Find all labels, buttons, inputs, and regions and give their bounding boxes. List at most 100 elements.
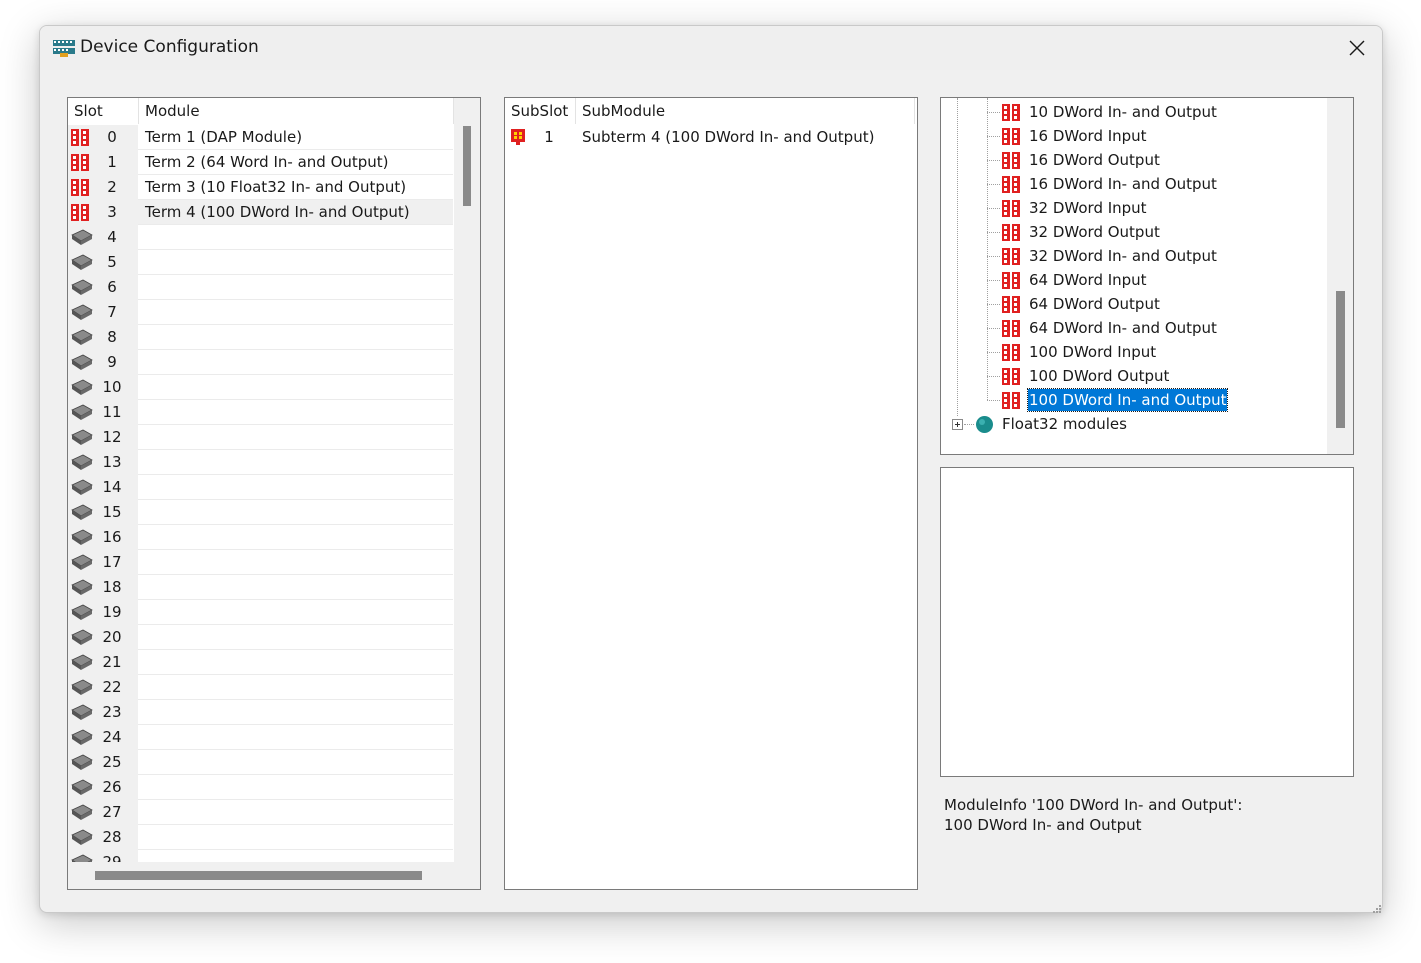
tree-connector-line [987,256,1000,257]
tree-connector-line [987,136,1000,137]
empty-slot-icon [71,304,93,325]
empty-slot-icon [71,654,93,675]
column-header-subslot[interactable]: SubSlot [505,98,576,124]
slot-row[interactable]: 12 [68,425,453,450]
slot-number: 19 [102,603,122,621]
empty-slot-icon [71,329,93,350]
module-icon [1002,128,1021,149]
slot-number: 27 [102,803,122,821]
slot-number: 18 [102,578,122,596]
tree-connector-line [987,232,1000,233]
slot-row[interactable]: 22 [68,675,453,700]
module-properties-panel [940,467,1354,777]
slot-row[interactable]: 7 [68,300,453,325]
slot-row[interactable]: 18 [68,575,453,600]
module-icon [1002,104,1021,125]
slot-list[interactable]: Slot Module 0 Term 1 (DAP Module) 1 Term 2 … [67,97,481,890]
slot-row[interactable]: 3 Term 4 (100 DWord In- and Output) [68,200,453,225]
column-header-submodule[interactable]: SubModule [576,98,915,124]
slot-row[interactable]: 6 [68,275,453,300]
module-icon [1002,320,1021,341]
subslot-list[interactable]: SubSlot SubModule 1 Subterm 4 (100 DWord … [504,97,918,890]
module-icon [1002,392,1021,413]
module-icon [71,154,90,175]
slot-number: 17 [102,553,122,571]
empty-slot-icon [71,504,93,525]
slot-row[interactable]: 25 [68,750,453,775]
module-info-title: ModuleInfo '100 DWord In- and Output': [944,796,1243,814]
slot-row[interactable]: 19 [68,600,453,625]
empty-slot-icon [71,829,93,850]
column-header-module[interactable]: Module [139,98,454,124]
slot-list-horizontal-scrollbar[interactable] [68,862,480,889]
slot-row[interactable]: 17 [68,550,453,575]
module-cell [138,250,453,275]
module-cell [138,775,453,800]
subslot-row[interactable]: 1 Subterm 4 (100 DWord In- and Output) [505,125,915,150]
empty-slot-icon [71,629,93,650]
resize-grip-icon[interactable] [1372,904,1382,914]
tree-scroll-thumb[interactable] [1336,291,1345,428]
slot-row[interactable]: 4 [68,225,453,250]
module-cell [138,600,453,625]
tree-item-label: 100 DWord In- and Output [1026,388,1229,412]
slot-row[interactable]: 27 [68,800,453,825]
slot-row[interactable]: 10 [68,375,453,400]
tree-item-label: 64 DWord In- and Output [1029,319,1217,337]
slot-row[interactable]: 0 Term 1 (DAP Module) [68,125,453,150]
close-button[interactable] [1340,32,1374,64]
slot-number: 6 [107,278,117,296]
tree-connector-line [987,400,1000,401]
tree-group-label: Float32 modules [1002,415,1127,433]
vertical-scroll-thumb[interactable] [463,126,471,206]
title-bar[interactable]: Device Configuration [40,26,1382,70]
tree-item-label: 32 DWord In- and Output [1029,247,1217,265]
slot-row[interactable]: 15 [68,500,453,525]
slot-cell: 26 [68,775,138,800]
slot-row[interactable]: 26 [68,775,453,800]
slot-number: 3 [107,203,117,221]
slot-row[interactable]: 28 [68,825,453,850]
empty-slot-icon [71,804,93,825]
empty-slot-icon [71,704,93,725]
empty-slot-icon [71,554,93,575]
module-cell [138,700,453,725]
slot-cell: 12 [68,425,138,450]
slot-cell: 18 [68,575,138,600]
slot-row[interactable]: 13 [68,450,453,475]
slot-number: 2 [107,178,117,196]
module-icon [1002,152,1021,173]
slot-row[interactable]: 9 [68,350,453,375]
slot-row[interactable]: 16 [68,525,453,550]
expand-icon[interactable] [952,419,963,430]
slot-row[interactable]: 20 [68,625,453,650]
tree-item-label: 32 DWord Output [1029,223,1160,241]
slot-row[interactable]: 5 [68,250,453,275]
horizontal-scroll-thumb[interactable] [95,871,422,880]
slot-number: 21 [102,653,122,671]
tree-vertical-scrollbar[interactable] [1327,98,1353,454]
column-header-slot[interactable]: Slot [68,98,139,124]
slot-row[interactable]: 21 [68,650,453,675]
slot-row[interactable]: 8 [68,325,453,350]
slot-list-vertical-scrollbar[interactable] [454,98,480,862]
slot-row[interactable]: 2 Term 3 (10 Float32 In- and Output) [68,175,453,200]
slot-row[interactable]: 11 [68,400,453,425]
slot-row[interactable]: 24 [68,725,453,750]
slot-row[interactable]: 14 [68,475,453,500]
module-catalog-tree[interactable]: 10 DWord In- and Output 16 DWord Input 16 … [940,97,1354,455]
module-cell [138,625,453,650]
empty-slot-icon [71,379,93,400]
tree-connector-line [987,184,1000,185]
module-info-text: ModuleInfo '100 DWord In- and Output': 1… [944,795,1349,835]
tree-connector-line [987,160,1000,161]
slot-number: 7 [107,303,117,321]
empty-slot-icon [71,679,93,700]
slot-row[interactable]: 1 Term 2 (64 Word In- and Output) [68,150,453,175]
tree-connector-line [987,328,1000,329]
slot-number: 15 [102,503,122,521]
empty-slot-icon [71,479,93,500]
slot-row[interactable]: 23 [68,700,453,725]
module-info-description: 100 DWord In- and Output [944,816,1142,834]
module-cell [138,525,453,550]
